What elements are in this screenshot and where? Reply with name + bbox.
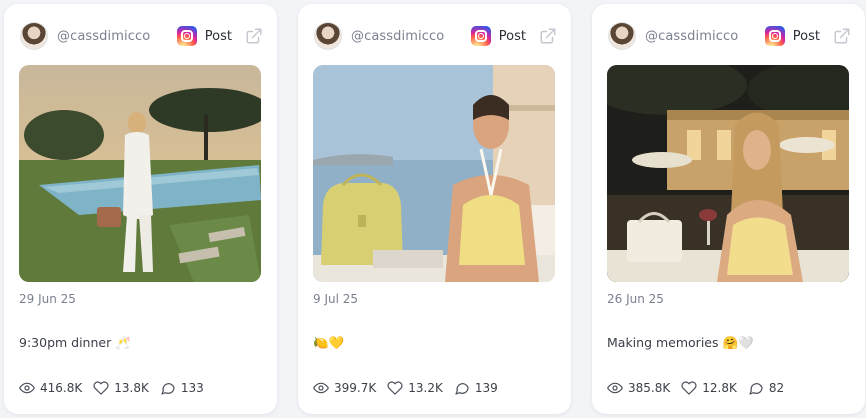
account-handle[interactable]: @cassdimicco xyxy=(645,29,738,44)
post-type: Post xyxy=(764,26,851,46)
likes-stat: 12.8K xyxy=(681,380,737,396)
views-stat: 399.7K xyxy=(313,380,376,396)
heart-icon xyxy=(93,381,109,395)
post-date: 9 Jul 25 xyxy=(313,292,359,306)
post-header: @cassdimicco Post xyxy=(608,21,851,51)
post-header: @cassdimicco Post xyxy=(314,21,557,51)
post-caption: 🍋💛 xyxy=(313,335,345,350)
likes-stat: 13.8K xyxy=(93,380,149,396)
views-count: 385.8K xyxy=(628,381,671,395)
views-stat: 416.8K xyxy=(19,380,82,396)
likes-count: 13.2K xyxy=(408,381,443,395)
avatar[interactable] xyxy=(608,22,636,50)
post-image-night-terrace xyxy=(607,65,849,282)
likes-count: 12.8K xyxy=(702,381,737,395)
post-stats: 399.7K 13.2K 139 xyxy=(313,380,509,396)
post-card[interactable]: @cassdimicco Post xyxy=(298,4,571,414)
post-header: @cassdimicco Post xyxy=(20,21,263,51)
account-handle[interactable]: @cassdimicco xyxy=(57,29,150,44)
account-handle[interactable]: @cassdimicco xyxy=(351,29,444,44)
eye-icon xyxy=(19,382,35,394)
comment-icon xyxy=(749,383,763,395)
post-card[interactable]: @cassdimicco Post xyxy=(592,4,865,414)
comment-icon xyxy=(161,383,175,395)
post-image-garden-pool xyxy=(19,65,261,282)
views-count: 399.7K xyxy=(334,381,377,395)
post-date: 26 Jun 25 xyxy=(607,292,664,306)
heart-icon xyxy=(387,381,403,395)
post-card[interactable]: @cassdimicco Post xyxy=(4,4,277,414)
post-image[interactable] xyxy=(607,65,849,282)
post-date: 29 Jun 25 xyxy=(19,292,76,306)
instagram-icon xyxy=(764,26,785,46)
post-type-label: Post xyxy=(498,28,526,44)
post-type: Post xyxy=(176,26,263,46)
external-link-icon[interactable] xyxy=(833,27,851,45)
avatar[interactable] xyxy=(314,22,342,50)
comments-count: 139 xyxy=(474,381,498,395)
views-count: 416.8K xyxy=(40,381,83,395)
heart-icon xyxy=(681,381,697,395)
eye-icon xyxy=(607,382,623,394)
comments-count: 82 xyxy=(768,381,785,395)
comments-stat: 133 xyxy=(160,380,204,396)
avatar[interactable] xyxy=(20,22,48,50)
post-type-label: Post xyxy=(204,28,232,44)
instagram-icon xyxy=(470,26,491,46)
post-caption: 9:30pm dinner 🥂 xyxy=(19,335,131,350)
post-stats: 416.8K 13.8K 133 xyxy=(19,380,215,396)
instagram-icon xyxy=(176,26,197,46)
comments-count: 133 xyxy=(180,381,204,395)
post-type-label: Post xyxy=(792,28,820,44)
likes-count: 13.8K xyxy=(114,381,149,395)
post-stats: 385.8K 12.8K 82 xyxy=(607,380,795,396)
external-link-icon[interactable] xyxy=(245,27,263,45)
post-image[interactable] xyxy=(313,65,555,282)
views-stat: 385.8K xyxy=(607,380,670,396)
eye-icon xyxy=(313,382,329,394)
post-type: Post xyxy=(470,26,557,46)
likes-stat: 13.2K xyxy=(387,380,443,396)
external-link-icon[interactable] xyxy=(539,27,557,45)
comments-stat: 82 xyxy=(748,380,784,396)
post-caption: Making memories 🤗🤍 xyxy=(607,335,754,350)
post-image-seaside-table xyxy=(313,65,555,282)
comments-stat: 139 xyxy=(454,380,498,396)
post-image[interactable] xyxy=(19,65,261,282)
comment-icon xyxy=(455,383,469,395)
